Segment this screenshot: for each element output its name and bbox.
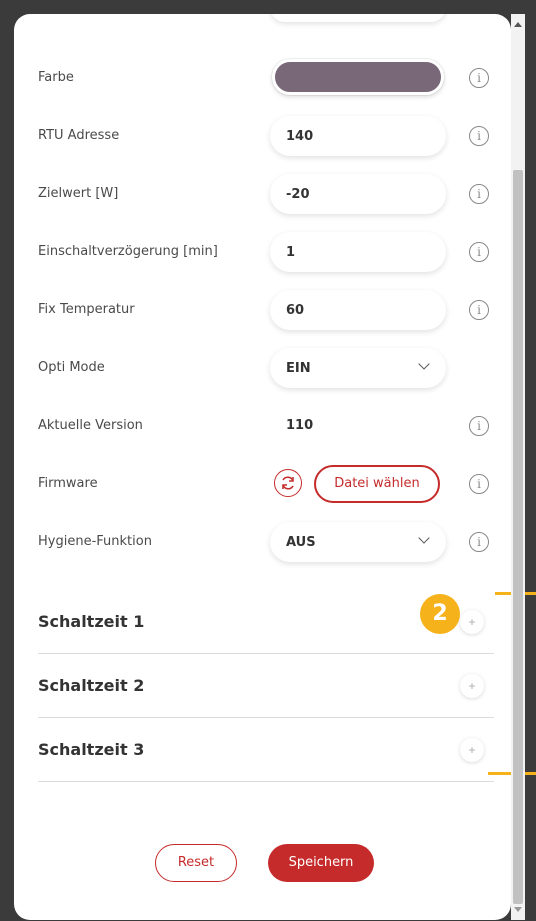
color-label: Farbe [38, 70, 74, 85]
chevron-down-icon [418, 358, 430, 370]
info-icon[interactable]: i [469, 532, 489, 552]
opti-select[interactable]: EIN [270, 348, 446, 388]
fix-temp-input[interactable]: 60 [270, 290, 446, 330]
row-delay: Einschaltverzögerung [min] 1 i [14, 230, 511, 274]
row-rtu: RTU Adresse 140 i [14, 114, 511, 158]
info-icon[interactable]: i [469, 300, 489, 320]
hygiene-select[interactable]: AUS [270, 522, 446, 562]
scroll-down-icon[interactable] [514, 907, 522, 912]
reset-button[interactable]: Reset [155, 844, 237, 882]
info-icon[interactable]: i [469, 474, 489, 494]
rtu-input[interactable]: 140 [270, 116, 446, 156]
scroll-up-icon[interactable] [514, 22, 522, 27]
section-title: Schaltzeit 3 [38, 740, 145, 759]
info-icon[interactable]: i [469, 126, 489, 146]
annotation-badge: 2 [420, 594, 460, 634]
previous-field[interactable] [270, 14, 446, 22]
row-opti: Opti Mode EIN [14, 346, 511, 390]
info-icon[interactable]: i [469, 416, 489, 436]
target-label: Zielwert [W] [38, 186, 119, 201]
color-picker[interactable] [272, 59, 444, 95]
delay-input[interactable]: 1 [270, 232, 446, 272]
scrollbar[interactable] [511, 14, 525, 920]
section-schaltzeit-3[interactable]: Schaltzeit 3 + [38, 718, 494, 782]
delay-label: Einschaltverzögerung [min] [38, 244, 218, 259]
row-target: Zielwert [W] -20 i [14, 172, 511, 216]
plus-icon[interactable]: + [460, 674, 484, 698]
refresh-icon[interactable] [274, 469, 302, 497]
fix-temp-label: Fix Temperatur [38, 302, 135, 317]
choose-file-button[interactable]: Datei wählen [314, 465, 440, 503]
plus-icon[interactable]: + [460, 738, 484, 762]
save-button[interactable]: Speichern [268, 844, 374, 882]
firmware-label: Firmware [38, 476, 98, 491]
row-firmware: Firmware Datei wählen i [14, 462, 511, 506]
row-hygiene: Hygiene-Funktion AUS i [14, 520, 511, 564]
chevron-down-icon [418, 532, 430, 544]
row-version: Aktuelle Version 110 i [14, 404, 511, 448]
hygiene-label: Hygiene-Funktion [38, 534, 152, 549]
target-input[interactable]: -20 [270, 174, 446, 214]
row-fix-temp: Fix Temperatur 60 i [14, 288, 511, 332]
settings-panel: Farbe i RTU Adresse 140 i Zielwert [W] -… [14, 14, 511, 920]
row-color: Farbe i [14, 56, 511, 100]
info-icon[interactable]: i [469, 242, 489, 262]
plus-icon[interactable]: + [460, 610, 484, 634]
info-icon[interactable]: i [469, 68, 489, 88]
version-value: 110 [286, 418, 314, 433]
scroll-thumb[interactable] [513, 170, 523, 904]
section-title: Schaltzeit 1 [38, 612, 145, 631]
hygiene-value: AUS [286, 535, 316, 550]
opti-value: EIN [286, 361, 311, 376]
version-label: Aktuelle Version [38, 418, 143, 433]
info-icon[interactable]: i [469, 184, 489, 204]
section-schaltzeit-2[interactable]: Schaltzeit 2 + [38, 654, 494, 718]
section-title: Schaltzeit 2 [38, 676, 145, 695]
rtu-label: RTU Adresse [38, 128, 120, 143]
opti-label: Opti Mode [38, 360, 105, 375]
